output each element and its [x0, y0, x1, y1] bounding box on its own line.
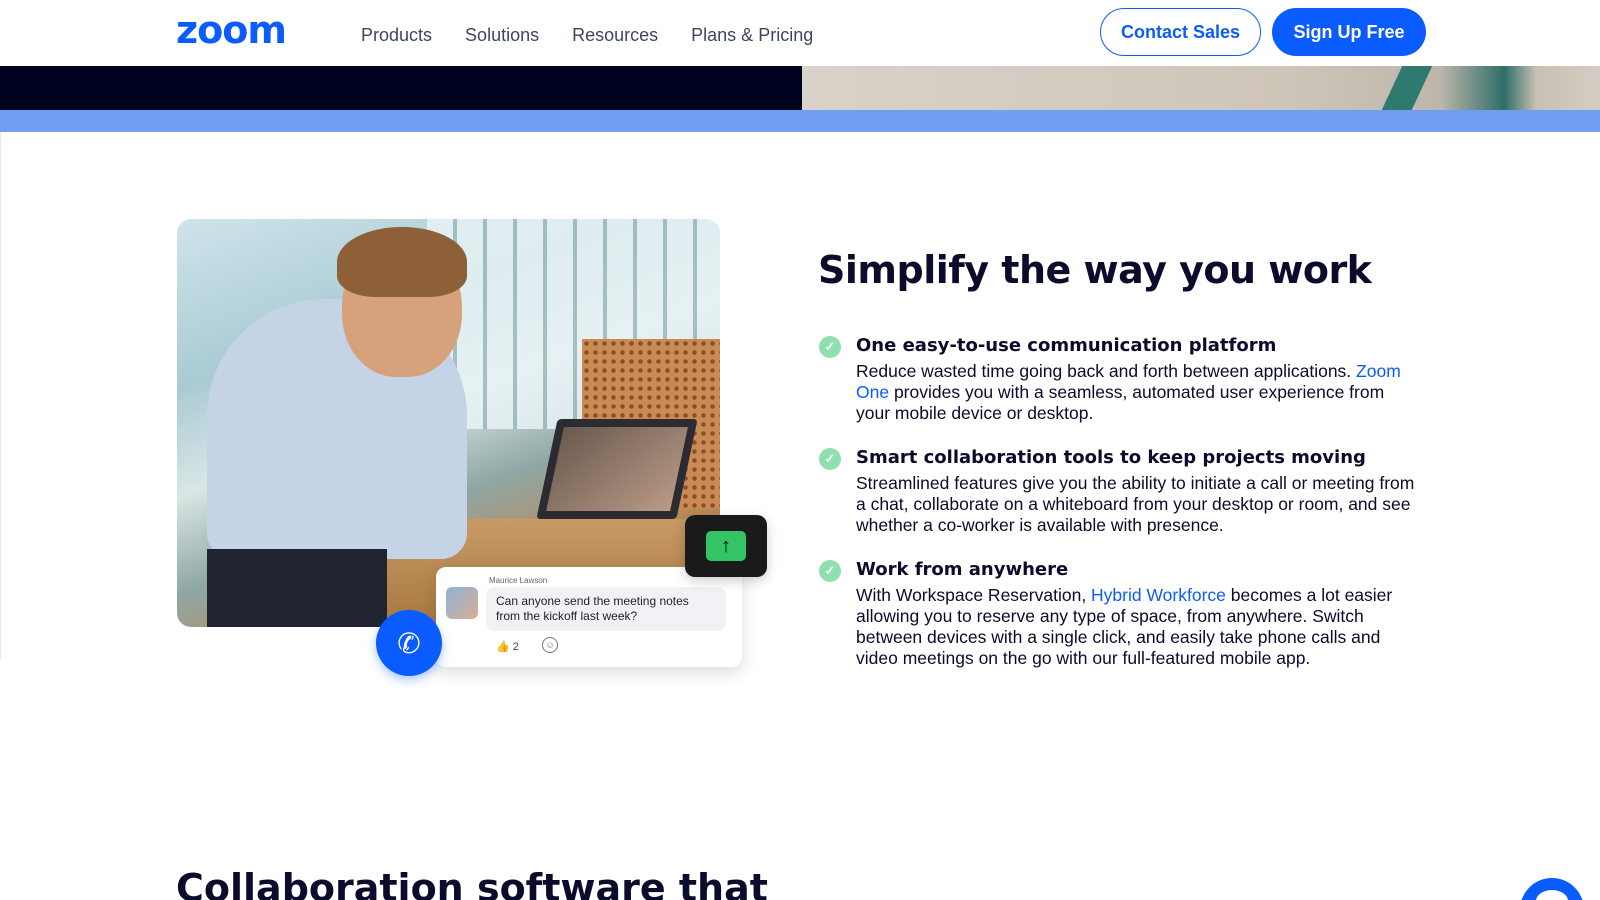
chat-message-card: Maurice Lawson Can anyone send the meeti…: [436, 567, 742, 667]
next-section-heading: Collaboration software that: [176, 866, 768, 900]
upload-card: ↑: [685, 515, 767, 577]
hero-photo: [802, 66, 1600, 110]
feature-title: Smart collaboration tools to keep projec…: [856, 447, 1366, 468]
add-reaction-icon: ☺: [542, 637, 558, 653]
thumbs-up-reaction: 👍 2: [496, 641, 519, 653]
feature-title: One easy-to-use communication platform: [856, 335, 1277, 356]
chat-icon[interactable]: [1520, 878, 1584, 900]
divider: [0, 132, 1, 660]
phone-icon: ✆: [376, 610, 442, 676]
nav-plans-pricing[interactable]: Plans & Pricing: [691, 22, 813, 48]
hybrid-workforce-link[interactable]: Hybrid Workforce: [1091, 585, 1226, 605]
check-circle-icon: ✓: [819, 336, 841, 358]
nav-solutions[interactable]: Solutions: [465, 22, 539, 48]
contact-sales-button[interactable]: Contact Sales: [1100, 8, 1261, 56]
hero-dark-panel: [0, 66, 802, 110]
chat-message: Can anyone send the meeting notes from t…: [486, 587, 726, 631]
feature-title: Work from anywhere: [856, 559, 1069, 580]
section-headline: Simplify the way you work: [818, 248, 1372, 292]
upload-arrow-icon: ↑: [706, 531, 746, 561]
chat-sender-name: Maurice Lawson: [489, 576, 548, 585]
zoom-logo[interactable]: zoom: [176, 10, 287, 50]
main-nav: Products Solutions Resources Plans & Pri…: [361, 22, 813, 48]
sign-up-free-button[interactable]: Sign Up Free: [1272, 8, 1426, 56]
feature-body: With Workspace Reservation, Hybrid Workf…: [856, 585, 1393, 668]
man-with-laptop-photo: [177, 219, 720, 627]
accent-bar: [0, 110, 1600, 132]
check-circle-icon: ✓: [819, 448, 841, 470]
site-header: zoom Products Solutions Resources Plans …: [0, 0, 1600, 66]
nav-products[interactable]: Products: [361, 22, 432, 48]
check-circle-icon: ✓: [819, 560, 841, 582]
feature-body: Reduce wasted time going back and forth …: [856, 361, 1401, 423]
feature-body: Streamlined features give you the abilit…: [856, 473, 1415, 535]
nav-resources[interactable]: Resources: [572, 22, 658, 48]
avatar: [446, 587, 478, 619]
